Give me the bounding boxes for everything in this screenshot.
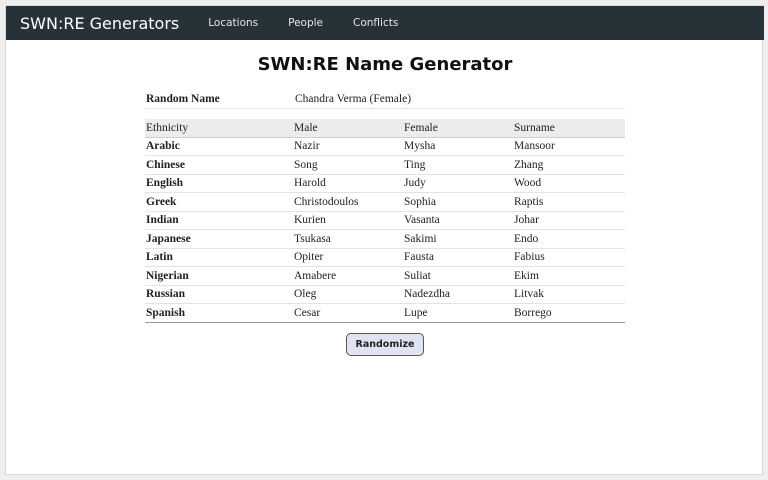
male-cell: Oleg [293,285,403,304]
names-table-head: Ethnicity Male Female Surname [145,119,625,138]
names-table: Ethnicity Male Female Surname Arabic Naz… [145,119,625,323]
page-frame: SWN:RE Generators Locations People Confl… [5,5,764,475]
nav-link-conflicts[interactable]: Conflicts [353,17,398,29]
female-cell: Vasanta [403,211,513,230]
page-title: SWN:RE Name Generator [257,54,513,75]
table-row: Russian Oleg Nadezdha Litvak [145,285,625,304]
table-row: Japanese Tsukasa Sakimi Endo [145,229,625,249]
random-name-value: Chandra Verma (Female) [295,93,412,105]
female-cell: Lupe [403,303,513,323]
navbar: SWN:RE Generators Locations People Confl… [6,6,764,40]
table-row: Latin Opiter Fausta Fabius [145,248,625,267]
surname-cell: Ekim [513,266,625,286]
ethnicity-cell: Japanese [145,229,293,249]
female-cell: Sophia [403,192,513,212]
male-cell: Christodoulos [293,192,403,212]
table-row: Spanish Cesar Lupe Borrego [145,303,625,323]
generator-content: Random Name Chandra Verma (Female) Ethni… [145,90,625,356]
table-row: English Harold Judy Wood [145,174,625,193]
male-cell: Song [293,155,403,175]
female-cell: Fausta [403,248,513,267]
surname-cell: Johar [513,211,625,230]
table-row: Indian Kurien Vasanta Johar [145,211,625,230]
ethnicity-cell: Indian [145,211,293,230]
surname-cell: Litvak [513,285,625,304]
random-name-label: Random Name [146,93,220,105]
male-cell: Tsukasa [293,229,403,249]
surname-cell: Endo [513,229,625,249]
male-cell: Cesar [293,303,403,323]
nav-link-locations[interactable]: Locations [208,17,258,29]
male-cell: Nazir [293,137,403,156]
surname-cell: Zhang [513,155,625,175]
header-female: Female [403,119,513,138]
ethnicity-cell: Spanish [145,303,293,323]
surname-cell: Mansoor [513,137,625,156]
ethnicity-cell: Nigerian [145,266,293,286]
surname-cell: Wood [513,174,625,193]
names-table-body: Arabic Nazir Mysha Mansoor Chinese Song … [145,137,625,323]
surname-cell: Borrego [513,303,625,323]
female-cell: Judy [403,174,513,193]
ethnicity-cell: Greek [145,192,293,212]
ethnicity-cell: Latin [145,248,293,267]
female-cell: Sakimi [403,229,513,249]
brand-link[interactable]: SWN:RE Generators [20,14,179,33]
female-cell: Nadezdha [403,285,513,304]
table-row: Nigerian Amabere Suliat Ekim [145,266,625,286]
header-male: Male [293,119,403,138]
ethnicity-cell: Chinese [145,155,293,175]
surname-cell: Raptis [513,192,625,212]
nav-link-people[interactable]: People [288,17,323,29]
female-cell: Mysha [403,137,513,156]
ethnicity-cell: Russian [145,285,293,304]
female-cell: Suliat [403,266,513,286]
surname-cell: Fabius [513,248,625,267]
table-row: Chinese Song Ting Zhang [145,155,625,175]
ethnicity-cell: English [145,174,293,193]
header-ethnicity: Ethnicity [145,119,293,138]
female-cell: Ting [403,155,513,175]
male-cell: Amabere [293,266,403,286]
male-cell: Opiter [293,248,403,267]
male-cell: Harold [293,174,403,193]
male-cell: Kurien [293,211,403,230]
header-surname: Surname [513,119,625,138]
actions-bar: Randomize [145,332,625,356]
random-name-row: Random Name Chandra Verma (Female) [145,90,625,109]
header-row: Ethnicity Male Female Surname [145,119,625,138]
table-row: Greek Christodoulos Sophia Raptis [145,192,625,212]
table-row: Arabic Nazir Mysha Mansoor [145,137,625,156]
ethnicity-cell: Arabic [145,137,293,156]
randomize-button[interactable]: Randomize [345,332,425,356]
